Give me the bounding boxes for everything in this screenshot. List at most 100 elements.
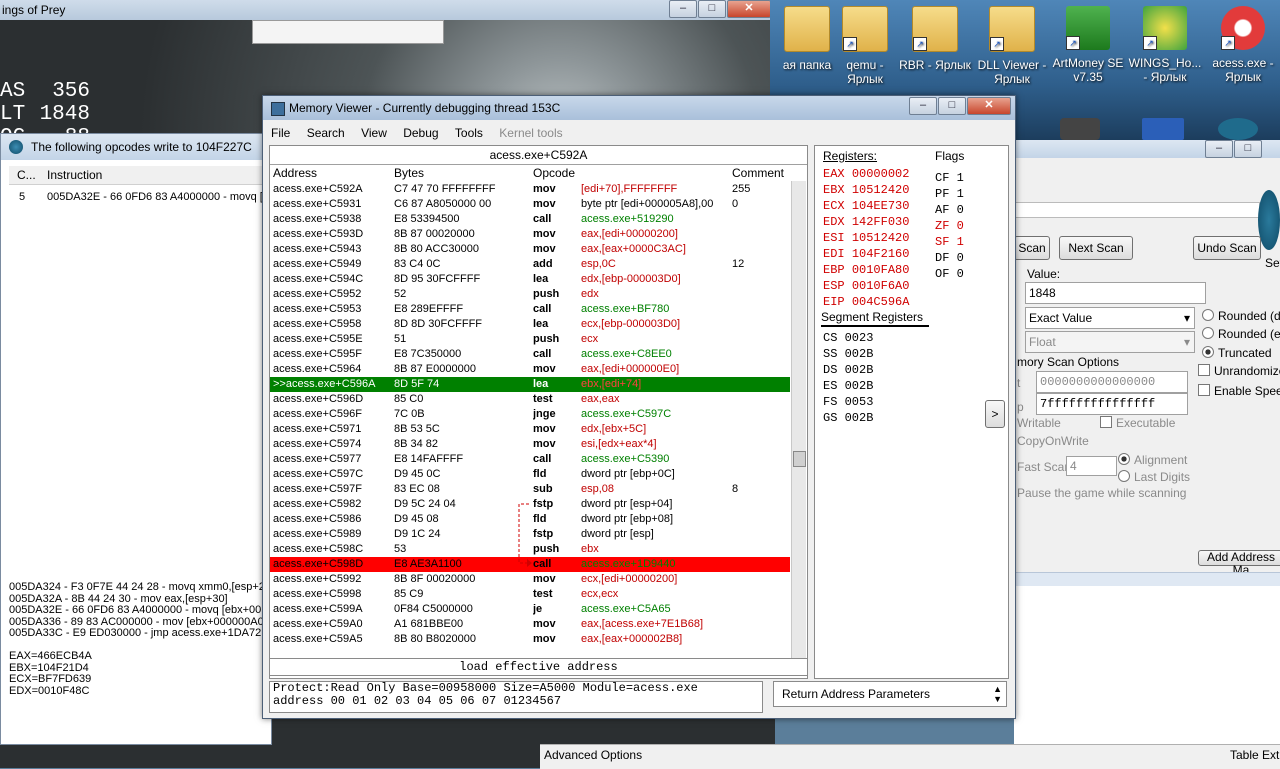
opcode-row[interactable]: 5 005DA32E - 66 0FD6 83 A4000000 - movq … (9, 189, 271, 205)
menu-view[interactable]: View (361, 126, 387, 140)
menu-tools[interactable]: Tools (455, 126, 483, 140)
flag-cf[interactable]: CF 1 (935, 170, 964, 186)
fast-scan-input[interactable]: 4 (1066, 456, 1117, 476)
first-scan-button[interactable]: Scan (1014, 236, 1050, 260)
disassembler-row[interactable]: acess.exe+C5974 8B 34 82 mov esi,[edx+eax*4… (270, 437, 790, 452)
maximize-button[interactable]: □ (938, 97, 966, 115)
expand-registers-button[interactable]: > (985, 400, 1005, 428)
return-address-header[interactable]: Return Address (782, 682, 865, 706)
flag-df[interactable]: DF 0 (935, 250, 964, 266)
disassembler-row[interactable]: acess.exe+C5953 E8 289EFFFF call acess.exe+… (270, 302, 790, 317)
disassembler-row[interactable]: acess.exe+C599A 0F84 C5000000 je acess.exe+… (270, 602, 790, 617)
stop-address-input[interactable]: 7fffffffffffffff (1036, 393, 1188, 415)
register-ecx[interactable]: ECX 104EE730 (823, 198, 909, 214)
executable-checkbox[interactable]: Executable (1100, 416, 1175, 430)
menu-search[interactable]: Search (307, 126, 345, 140)
value-input[interactable]: 1848 (1025, 282, 1206, 304)
desktop-icon[interactable]: ↗ ArtMoney SE v7.35 (1051, 6, 1125, 84)
register-ebp[interactable]: EBP 0010FA80 (823, 262, 909, 278)
stack-view[interactable]: Return Address Parameters ▲ ▼ (773, 681, 1007, 707)
maximize-button[interactable]: □ (1234, 140, 1262, 158)
disassembler-scrollbar[interactable] (791, 181, 806, 673)
disassembler-row[interactable]: acess.exe+C5949 83 C4 0C add esp,0C 12 (270, 257, 790, 272)
minimize-button[interactable]: – (909, 97, 937, 115)
speedhack-checkbox[interactable]: Enable Speed (1198, 384, 1280, 398)
minimize-button[interactable]: – (1205, 140, 1233, 158)
flag-af[interactable]: AF 0 (935, 202, 964, 218)
bytes-column-header[interactable]: Bytes (394, 165, 424, 181)
close-button[interactable]: ✕ (967, 97, 1011, 115)
add-address-manually-button[interactable]: Add Address Ma (1198, 550, 1280, 577)
disassembler-row[interactable]: >>acess.exe+C596A 8D 5F 74 lea ebx,[edi+74] (270, 377, 790, 392)
register-edx[interactable]: EDX 142FF030 (823, 214, 909, 230)
comment-column-header[interactable]: Comment (732, 165, 784, 181)
desktop-icon[interactable]: ↗ RBR - Ярлык (898, 6, 972, 72)
disassembler-row[interactable]: acess.exe+C5977 E8 14FAFFFF call acess.exe+… (270, 452, 790, 467)
desktop-icon[interactable]: ↗ qemu - Ярлык (828, 6, 902, 86)
hex-view[interactable]: Protect:Read Only Base=00958000 Size=A50… (269, 681, 763, 713)
next-scan-button[interactable]: Next Scan (1059, 236, 1133, 260)
settings-label[interactable]: Set (1265, 256, 1280, 270)
disassembler-row[interactable]: acess.exe+C593D 8B 87 00020000 mov eax,[edi… (270, 227, 790, 242)
disassembler-row[interactable]: acess.exe+C597F 83 EC 08 sub esp,08 8 (270, 482, 790, 497)
truncated-radio[interactable]: Truncated (1202, 346, 1272, 360)
maximize-button[interactable]: □ (698, 0, 726, 18)
disassembler-row[interactable]: acess.exe+C592A C7 47 70 FFFFFFFF mov [edi+… (270, 182, 790, 197)
advanced-options-link[interactable]: Advanced Options (544, 748, 642, 762)
disassembler-row[interactable]: acess.exe+C5998 85 C9 test ecx,ecx (270, 587, 790, 602)
disassembler-row[interactable]: acess.exe+C59A0 A1 681BBE00 mov eax,[acess.… (270, 617, 790, 632)
disassembler-row[interactable]: acess.exe+C597C D9 45 0C fld dword ptr [ebp… (270, 467, 790, 482)
last-digits-radio[interactable]: Last Digits (1118, 470, 1190, 484)
pause-game-checkbox[interactable]: Pause the game while scanning (1017, 486, 1186, 500)
word-icon[interactable] (1142, 118, 1184, 140)
menu-file[interactable]: File (271, 126, 290, 140)
rounded-extreme-radio[interactable]: Rounded (ex (1202, 327, 1280, 341)
alignment-radio[interactable]: Alignment (1118, 453, 1187, 467)
rounded-default-radio[interactable]: Rounded (de (1202, 309, 1280, 323)
disassembler-row[interactable]: acess.exe+C5931 C6 87 A8050000 00 mov byte … (270, 197, 790, 212)
flag-zf[interactable]: ZF 0 (935, 218, 964, 234)
flag-of[interactable]: OF 0 (935, 266, 964, 282)
fast-scan-checkbox[interactable]: Fast Scan (1017, 460, 1071, 474)
disassembler-row[interactable]: acess.exe+C5964 8B 87 E0000000 mov eax,[edi… (270, 362, 790, 377)
writable-checkbox[interactable]: Writable (1017, 416, 1061, 430)
copy-on-write-checkbox[interactable]: CopyOnWrite (1017, 434, 1089, 448)
disassembler-row[interactable]: acess.exe+C5971 8B 53 5C mov edx,[ebx+5C] (270, 422, 790, 437)
start-address-input[interactable]: 0000000000000000 (1036, 371, 1188, 393)
desktop-icon[interactable]: ↗ acess.exe - Ярлык (1206, 6, 1280, 84)
address-column-header[interactable]: Address (273, 165, 317, 181)
scrollbar-thumb[interactable] (793, 451, 806, 467)
undo-scan-button[interactable]: Undo Scan (1193, 236, 1261, 260)
scroll-arrows-icon[interactable]: ▲ ▼ (993, 684, 1002, 704)
minimize-button[interactable]: – (669, 0, 697, 18)
unrandomizer-checkbox[interactable]: Unrandomizer (1198, 364, 1280, 378)
disassembler-row[interactable]: acess.exe+C5952 52 push edx (270, 287, 790, 302)
register-ebx[interactable]: EBX 10512420 (823, 182, 909, 198)
app-3d-icon[interactable] (1060, 118, 1100, 140)
disassembler-row[interactable]: acess.exe+C596D 85 C0 test eax,eax (270, 392, 790, 407)
disassembler-view[interactable]: acess.exe+C592A Address Bytes Opcode Com… (269, 145, 808, 679)
table-extras-link[interactable]: Table Extr (1230, 748, 1280, 762)
disassembler-row[interactable]: acess.exe+C596F 7C 0B jnge acess.exe+C597C (270, 407, 790, 422)
flag-sf[interactable]: SF 1 (935, 234, 964, 250)
close-button[interactable]: ✕ (727, 0, 771, 18)
disassembler-row[interactable]: acess.exe+C5958 8D 8D 30FCFFFF lea ecx,[ebp… (270, 317, 790, 332)
desktop-icon[interactable]: ↗ DLL Viewer - Ярлык (975, 6, 1049, 86)
disassembler-row[interactable]: acess.exe+C594C 8D 95 30FCFFFF lea edx,[ebp… (270, 272, 790, 287)
opcode-column-header[interactable]: Opcode (533, 165, 575, 181)
disassembler-row[interactable]: acess.exe+C59A5 8B 80 B8020000 mov eax,[eax… (270, 632, 790, 647)
register-esi[interactable]: ESI 10512420 (823, 230, 909, 246)
value-type-select[interactable]: Float ▾ (1025, 331, 1195, 353)
register-esp[interactable]: ESP 0010F6A0 (823, 278, 909, 294)
parameters-header[interactable]: Parameters (868, 682, 930, 706)
scan-type-select[interactable]: Exact Value ▾ (1025, 307, 1195, 329)
count-column-header[interactable]: C... (17, 166, 36, 184)
menu-debug[interactable]: Debug (403, 126, 438, 140)
desktop-icon[interactable]: ↗ WINGS_Ho... - Ярлык (1128, 6, 1202, 84)
instruction-column-header[interactable]: Instruction (47, 166, 102, 184)
disassembler-address-header[interactable]: acess.exe+C592A (270, 146, 807, 165)
disassembler-row[interactable]: acess.exe+C5992 8B 8F 00020000 mov ecx,[edi… (270, 572, 790, 587)
disassembler-row[interactable]: acess.exe+C5943 8B 80 ACC30000 mov eax,[eax… (270, 242, 790, 257)
register-eax[interactable]: EAX 00000002 (823, 166, 909, 182)
disassembler-row[interactable]: acess.exe+C595E 51 push ecx (270, 332, 790, 347)
